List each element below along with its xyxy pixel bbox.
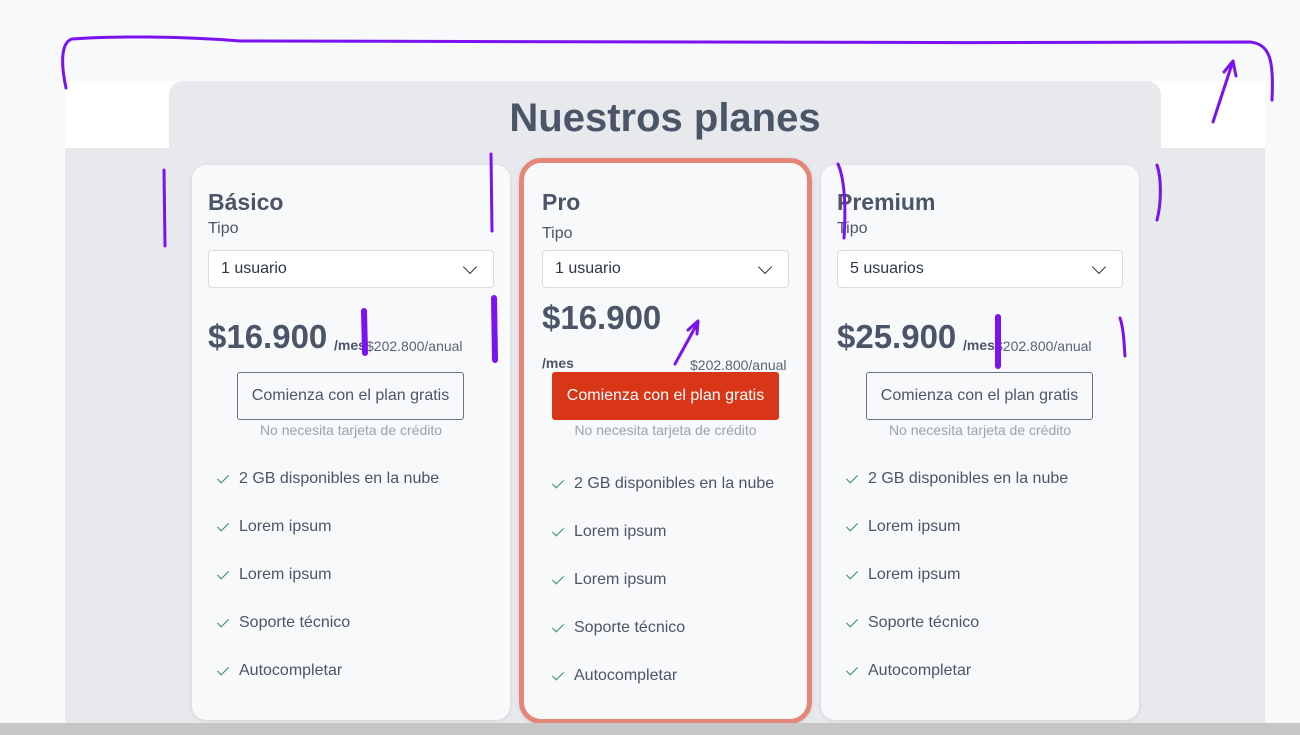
annotation-bracket [61,35,1274,102]
annotation-mark [836,162,847,240]
annotation-overlay [61,35,1274,369]
annotation-mark [1155,163,1162,222]
annotation-mark [361,308,368,356]
annotation-mark [1118,316,1127,358]
annotation-arrow [673,322,699,366]
annotation-mark [489,152,494,233]
annotation-mark [491,295,498,363]
annotation-arrow [1211,62,1234,124]
annotation-mark [162,168,167,248]
